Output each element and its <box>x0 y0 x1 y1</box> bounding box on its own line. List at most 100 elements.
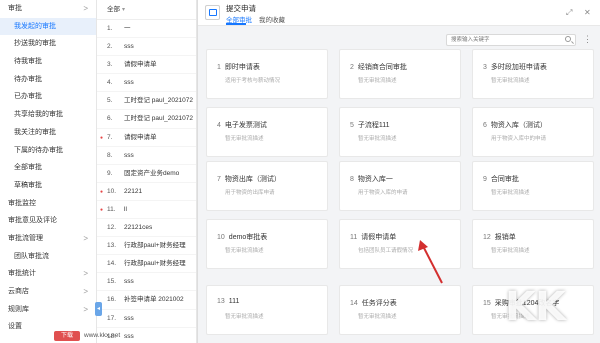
sidebar-item-label: 云商店 <box>8 288 29 295</box>
card-number: 12 <box>483 234 491 241</box>
search-input[interactable] <box>446 34 576 46</box>
approval-template-card[interactable]: 12 报销单 暂无审批流描述 <box>472 219 594 269</box>
list-item-title: sss <box>124 314 134 322</box>
list-item[interactable]: 16. 补签申请单 2021002 <box>97 291 196 310</box>
sidebar-item-all[interactable]: 全部审批 <box>0 159 96 177</box>
sidebar-item-monitor[interactable]: 审批监控 <box>0 195 96 213</box>
sidebar-item-done[interactable]: 已办审批 <box>0 88 96 106</box>
close-icon[interactable]: ✕ <box>584 8 591 17</box>
card-title-text: 物资入库（测试） <box>490 122 547 129</box>
card-description: 暂无审批流描述 <box>358 136 397 142</box>
sidebar-item-shared[interactable]: 共享给我的审批 <box>0 106 96 124</box>
list-item-title: 工时登记 paul_2021072 <box>124 115 194 123</box>
list-item-number: 9. <box>107 169 113 177</box>
active-tab-indicator <box>226 23 246 25</box>
list-filter[interactable]: 全部 ▾ <box>97 0 196 20</box>
unread-dot-icon: ● <box>100 206 104 213</box>
card-description: 用于物资的出库申请 <box>225 190 275 196</box>
list-item[interactable]: 2. sss <box>97 38 196 57</box>
card-description: 暂无审批流描述 <box>225 314 264 320</box>
sidebar-item-cc-to-me[interactable]: 抄送我的审批 <box>0 35 96 53</box>
list-item[interactable]: 5. 工时登记 paul_2021072 <box>97 92 196 111</box>
card-title-text: 物资入库一 <box>357 176 393 183</box>
approval-template-card[interactable]: 8 物资入库一 用于物资入库的申请 <box>339 161 461 211</box>
sidebar-item-label: 共享给我的审批 <box>14 111 63 119</box>
sidebar-item-followed[interactable]: 我关注的审批 <box>0 124 96 142</box>
card-number: 2 <box>350 64 354 71</box>
approval-template-card[interactable]: 13 111 暂无审批流描述 <box>206 285 328 335</box>
list-item[interactable]: 6. 工时登记 paul_2021072 <box>97 110 196 129</box>
list-item[interactable]: 15. sss <box>97 273 196 292</box>
card-title-text: 经销商合同审批 <box>357 64 407 71</box>
sidebar-item-subordinate-todo[interactable]: 下属的待办审批 <box>0 142 96 160</box>
expand-icon[interactable]: ⤢ <box>566 8 572 18</box>
list-item[interactable]: ● 11. ll <box>97 201 196 220</box>
search-icon[interactable] <box>565 36 571 42</box>
card-number: 13 <box>217 298 225 305</box>
tab-my-favorites[interactable]: 我的收藏 <box>259 14 285 24</box>
list-item[interactable]: 14. 行政部paul+财务经理 <box>97 255 196 274</box>
panel-title: 提交申请 <box>226 4 256 13</box>
approval-template-card[interactable]: 2 经销商合同审批 暂无审批流描述 <box>339 49 461 99</box>
card-description: 暂无审批流描述 <box>491 190 530 196</box>
sidebar-item-todo[interactable]: 待办审批 <box>0 71 96 89</box>
sidebar-item-my-initiated[interactable]: 我发起的审批 <box>0 17 96 36</box>
card-title-text: 请假申请单 <box>361 234 397 241</box>
list-item-number: 1. <box>107 25 113 32</box>
list-item[interactable]: 1. 一 <box>97 20 196 39</box>
approval-template-card[interactable]: 3 多时段加班申请表 暂无审批流描述 <box>472 49 594 99</box>
approval-template-card[interactable]: 7 物资出库（测试） 用于物资的出库申请 <box>206 161 328 211</box>
card-number: 1 <box>217 64 221 71</box>
list-item[interactable]: 3. 请假申请单 <box>97 56 196 75</box>
approval-template-card[interactable]: 4 电子发票测试 暂无审批流描述 <box>206 107 328 157</box>
card-title: 10 demo审批表 <box>217 232 267 242</box>
sidebar-item-comments[interactable]: 审批意见及评论 <box>0 212 96 230</box>
list-item-title: ll <box>124 205 127 213</box>
list-item[interactable]: ● 7. 请假申请单 <box>97 129 196 147</box>
card-description: 暂无审批流描述 <box>491 248 530 254</box>
list-item[interactable]: 4. sss <box>97 74 196 93</box>
card-title: 13 111 <box>217 298 239 305</box>
list-item-title: 工时登记 paul_2021072 <box>124 97 194 105</box>
sidebar-item-settings[interactable]: 设置 <box>0 318 96 336</box>
list-item-title: 22121 <box>124 187 143 195</box>
card-number: 11 <box>350 234 358 241</box>
list-item[interactable]: 13. 行政部paul+财务经理 <box>97 237 196 256</box>
sidebar-item-flow-management[interactable]: 审批流管理 > <box>0 230 96 248</box>
approval-template-card[interactable]: 14 任务评分表 暂无审批流描述 <box>339 285 461 335</box>
panel-header: 提交申请 全部审批 我的收藏 ⤢ ✕ <box>198 0 600 26</box>
sidebar-item-cloud-store[interactable]: 云商店 > <box>0 283 96 301</box>
sidebar-item-awaiting-me[interactable]: 待我审批 <box>0 53 96 71</box>
more-vertical-icon[interactable]: ⋮ <box>583 33 592 45</box>
watermark-url: www.kkx.net <box>84 332 121 339</box>
list-item-title: sss <box>124 332 134 340</box>
list-item-title: 22121ces <box>124 224 153 232</box>
sidebar-item-label: 草稿审批 <box>14 181 42 189</box>
sidebar-item-drafts[interactable]: 草稿审批 <box>0 177 96 195</box>
list-item[interactable]: ● 10. 22121 <box>97 183 196 201</box>
approval-template-card[interactable]: 1 即时申请表 适用于考核与薪动情况 <box>206 49 328 99</box>
approval-template-card[interactable]: 6 物资入库（测试） 用于物资入库中的申请 <box>472 107 594 157</box>
card-description: 适用于考核与薪动情况 <box>225 78 281 84</box>
sidebar-item-statistics[interactable]: 审批统计 > <box>0 265 96 283</box>
sidebar-item-rules[interactable]: 规则库 > <box>0 301 96 319</box>
list-item[interactable]: 12. 22121ces <box>97 219 196 238</box>
sidebar-item-approval[interactable]: 审批 > <box>0 0 96 18</box>
unread-dot-icon: ● <box>100 188 104 195</box>
sidebar-item-label: 待我审批 <box>14 58 42 66</box>
approval-template-card[interactable]: 11 请假申请单 包括团队员工请假情况 <box>339 219 461 269</box>
approval-template-card[interactable]: 5 子流程111 暂无审批流描述 <box>339 107 461 157</box>
form-icon <box>205 5 220 20</box>
list-item-number: 5. <box>107 97 113 105</box>
sidebar-item-label: 我关注的审批 <box>14 128 56 136</box>
list-item[interactable]: 9. 固定资产业务demo <box>97 165 196 183</box>
collapse-handle[interactable]: ◂ <box>95 302 102 316</box>
sidebar-item-team-flow[interactable]: 团队审批流 <box>0 248 96 266</box>
approval-template-card[interactable]: 9 合同审批 暂无审批流描述 <box>472 161 594 211</box>
list-item[interactable]: 8. sss <box>97 147 196 165</box>
list-item[interactable]: 17. sss <box>97 310 196 328</box>
card-title: 2 经销商合同审批 <box>350 62 407 72</box>
approval-template-card[interactable]: 10 demo审批表 暂无审批流描述 <box>206 219 328 269</box>
card-title: 8 物资入库一 <box>350 174 393 184</box>
card-description: 暂无审批流描述 <box>225 136 264 142</box>
